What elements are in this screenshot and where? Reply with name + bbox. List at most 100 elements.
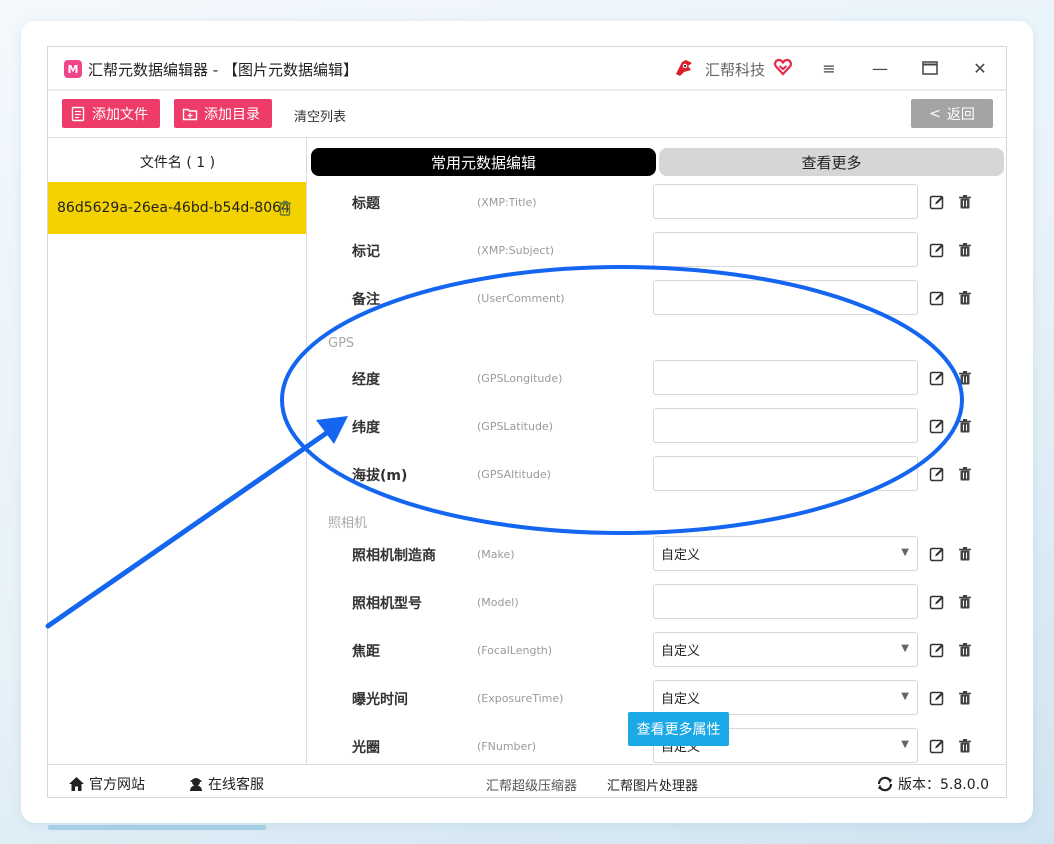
title-input[interactable] [653, 184, 918, 219]
field-label-make: 照相机制造商 [352, 548, 436, 564]
trash-icon[interactable] [957, 242, 973, 258]
edit-icon[interactable] [929, 242, 945, 258]
file-icon [71, 106, 85, 121]
trash-icon[interactable] [957, 290, 973, 306]
edit-icon[interactable] [929, 546, 945, 562]
divider [48, 89, 1006, 91]
field-label-title: 标题 [352, 196, 380, 212]
version-info: 版本：5.8.0.0 [876, 774, 989, 794]
trash-icon[interactable] [957, 466, 973, 482]
refresh-icon[interactable] [876, 776, 894, 792]
trash-icon[interactable] [957, 546, 973, 562]
trash-icon[interactable] [957, 690, 973, 706]
maximize-button[interactable] [916, 55, 944, 81]
model-input[interactable] [653, 584, 918, 619]
edit-icon[interactable] [929, 594, 945, 610]
dropdown-arrow-icon: ▼ [901, 643, 909, 654]
folder-add-icon [182, 108, 198, 120]
edit-icon[interactable] [929, 418, 945, 434]
field-tag-latitude: (GPSLatitude) [477, 420, 553, 433]
add-directory-button[interactable]: 添加目录 [174, 99, 272, 128]
field-label-exposure: 曝光时间 [352, 692, 408, 708]
website-link[interactable]: 官方网站 [68, 774, 145, 794]
field-tag-model: (Model) [477, 596, 519, 609]
dropdown-arrow-icon: ▼ [901, 691, 909, 702]
make-select[interactable]: 自定义 ▼ [653, 536, 918, 571]
field-tag-focal-length: (FocalLength) [477, 644, 553, 657]
field-tag-subject: (XMP:Subject) [477, 244, 555, 257]
edit-icon[interactable] [929, 642, 945, 658]
latitude-input[interactable] [653, 408, 918, 443]
edit-icon[interactable] [929, 466, 945, 482]
file-list-item[interactable]: 86d5629a-26ea-46bd-b54d-8064 [48, 182, 306, 234]
home-icon [69, 777, 84, 791]
trash-icon[interactable] [957, 642, 973, 658]
field-tag-longitude: (GPSLongitude) [477, 372, 563, 385]
subject-input[interactable] [653, 232, 918, 267]
add-file-button[interactable]: 添加文件 [62, 99, 160, 128]
app-logo-icon: M [64, 60, 82, 78]
brand-name: 汇帮科技 [705, 61, 766, 79]
file-name: 86d5629a-26ea-46bd-b54d-8064 [57, 200, 290, 216]
trash-icon[interactable] [957, 194, 973, 210]
menu-icon[interactable]: ≡ [815, 55, 843, 81]
back-label: 返回 [946, 106, 975, 123]
field-label-longitude: 经度 [352, 372, 380, 388]
section-label-gps: GPS [328, 336, 355, 351]
online-support-link[interactable]: 在线客服 [188, 774, 264, 794]
trash-icon[interactable] [957, 594, 973, 610]
close-button[interactable]: ✕ [966, 55, 994, 81]
edit-icon[interactable] [929, 690, 945, 706]
back-button[interactable]: < 返回 [911, 99, 993, 128]
add-file-label: 添加文件 [92, 106, 148, 123]
field-tag-fnumber: (FNumber) [477, 740, 537, 753]
field-label-model: 照相机型号 [352, 596, 422, 612]
focal-length-select[interactable]: 自定义 ▼ [653, 632, 918, 667]
file-list-pane: 文件名 ( 1 ) 86d5629a-26ea-46bd-b54d-8064 [48, 138, 307, 764]
section-label-camera: 照相机 [328, 516, 368, 531]
dropdown-arrow-icon: ▼ [901, 547, 909, 558]
heart-icon[interactable] [773, 57, 793, 77]
field-label-subject: 标记 [352, 244, 380, 260]
trash-icon[interactable] [957, 738, 973, 754]
trash-icon[interactable] [957, 370, 973, 386]
trash-icon[interactable] [278, 200, 292, 216]
field-label-focal-length: 焦距 [352, 644, 380, 660]
edit-icon[interactable] [929, 290, 945, 306]
add-directory-label: 添加目录 [204, 106, 260, 123]
field-tag-altitude: (GPSAltitude) [477, 468, 551, 481]
clear-list-button[interactable]: 清空列表 [294, 106, 346, 125]
field-tag-comment: (UserComment) [477, 292, 565, 305]
dropdown-arrow-icon: ▼ [901, 739, 909, 750]
compressor-link[interactable]: 汇帮超级压缩器 [486, 775, 577, 794]
field-label-comment: 备注 [352, 292, 380, 308]
image-tool-link[interactable]: 汇帮图片处理器 [607, 775, 698, 794]
headset-icon [190, 778, 202, 791]
file-list-header: 文件名 ( 1 ) [139, 155, 216, 171]
minimize-button[interactable]: — [866, 55, 894, 81]
view-more-attributes-button[interactable]: 查看更多属性 [628, 712, 729, 746]
chevron-left-icon: < [929, 105, 941, 122]
title-bar: M 汇帮元数据编辑器 - 【图片元数据编辑】 汇帮科技 ≡ — ✕ [48, 47, 1006, 89]
trash-icon[interactable] [957, 418, 973, 434]
field-tag-title: (XMP:Title) [477, 196, 537, 209]
edit-icon[interactable] [929, 370, 945, 386]
field-tag-exposure: (ExposureTime) [477, 692, 564, 705]
field-label-fnumber: 光圈 [352, 740, 380, 756]
app-title: 汇帮元数据编辑器 - 【图片元数据编辑】 [88, 61, 358, 79]
longitude-input[interactable] [653, 360, 918, 395]
edit-icon[interactable] [929, 194, 945, 210]
tab-common-metadata[interactable]: 常用元数据编辑 [311, 148, 656, 176]
status-bar: 官方网站 在线客服 汇帮超级压缩器 汇帮图片处理器 版本：5.8.0.0 [48, 764, 1006, 797]
brand-logo-icon [676, 60, 692, 76]
background-bar [48, 825, 266, 830]
altitude-input[interactable] [653, 456, 918, 491]
edit-icon[interactable] [929, 738, 945, 754]
comment-input[interactable] [653, 280, 918, 315]
app-window: M 汇帮元数据编辑器 - 【图片元数据编辑】 汇帮科技 ≡ — ✕ 添加文件 添… [47, 46, 1007, 798]
tab-view-more[interactable]: 查看更多 [659, 148, 1004, 176]
field-label-latitude: 纬度 [352, 420, 380, 436]
field-tag-make: (Make) [477, 548, 515, 561]
exposure-select[interactable]: 自定义 ▼ [653, 680, 918, 715]
field-label-altitude: 海拔(m) [352, 468, 408, 484]
